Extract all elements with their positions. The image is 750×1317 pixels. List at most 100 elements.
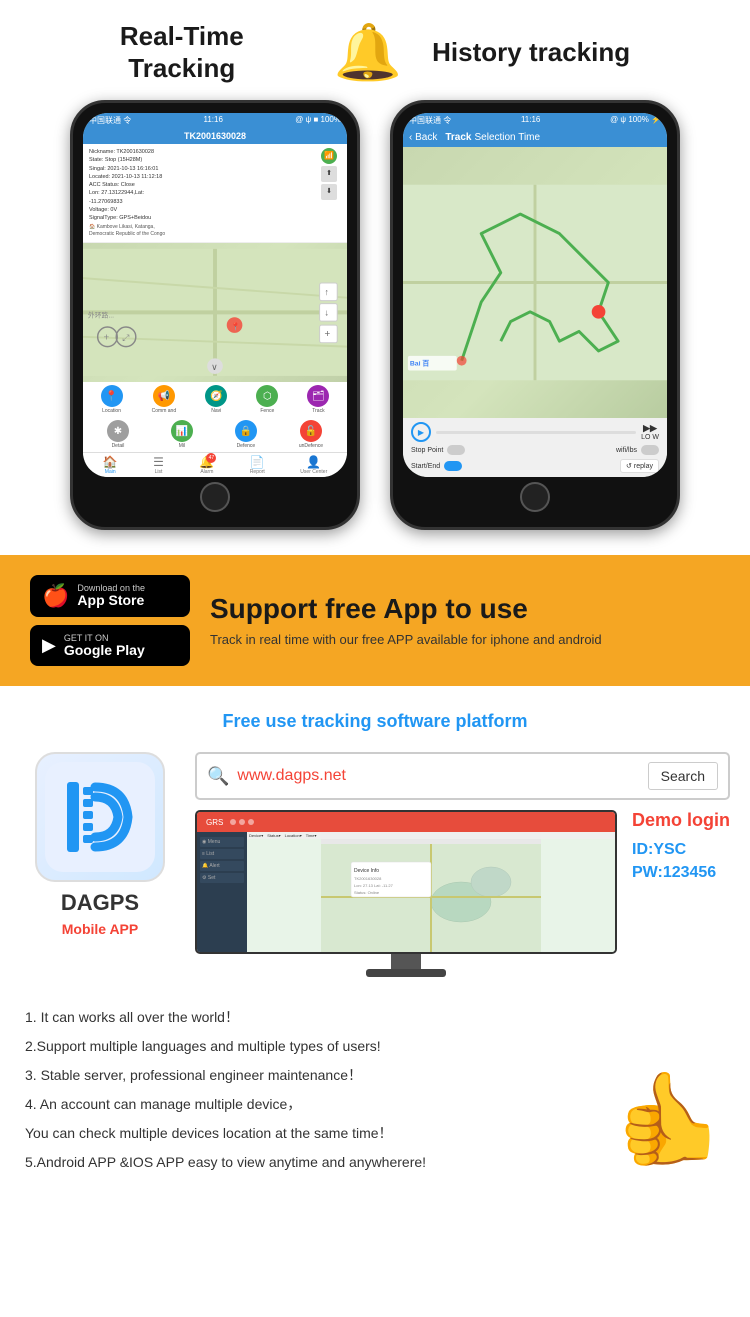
app-store-button[interactable]: 🍎 Download on the App Store [30, 575, 190, 617]
svg-text:⤢: ⤢ [121, 333, 129, 343]
mil-btn[interactable]: 📊 [171, 420, 193, 442]
features-list: 1. It can works all over the world！ 2.Su… [0, 987, 750, 1201]
phone2-screen: 中国联通 令 11:16 @ ψ 100% ⚡ ‹ Back Track Sel… [403, 113, 667, 477]
defence-btn[interactable]: 🔒 [235, 420, 257, 442]
tab-list[interactable]: ☰ List [153, 455, 164, 475]
mobile-app-label: Mobile APP [62, 921, 139, 937]
platform-content: DAGPS Mobile APP 🔍 www.dagps.net Search … [20, 752, 730, 977]
platform-section: Free use tracking software platform [0, 686, 750, 987]
tab-report[interactable]: 📄 Report [250, 455, 265, 475]
features-row: Real-Time Tracking 🔔 History tracking [30, 20, 720, 85]
svg-text:Bai 百: Bai 百 [410, 360, 430, 368]
realtime-title: Real-Time Tracking [120, 21, 244, 83]
wifi-lbs-toggle-switch[interactable] [641, 445, 659, 455]
svg-text:+: + [325, 329, 331, 340]
phone2-ui: 中国联通 令 11:16 @ ψ 100% ⚡ ‹ Back Track Sel… [403, 113, 667, 477]
phone1-container: 中国联通 令 11:16 @ ψ ■ 100% TK2001630028 Nic… [70, 100, 360, 530]
bell-icon: 🔔 [334, 20, 402, 85]
features-bottom: 1. It can works all over the world！ 2.Su… [25, 1007, 725, 1181]
demo-login-title: Demo login [632, 810, 730, 831]
phone1-screen: 中国联通 令 11:16 @ ψ ■ 100% TK2001630028 Nic… [83, 113, 347, 477]
detail-btn[interactable]: ✱ [107, 420, 129, 442]
app-logo-area: DAGPS Mobile APP [20, 752, 180, 937]
monitor-display: GRS ◉ Menu ≡ List 🔔 Alert [195, 810, 617, 954]
phone1-ui: 中国联通 令 11:16 @ ψ ■ 100% TK2001630028 Nic… [83, 113, 347, 477]
support-title: Support free App to use [210, 592, 720, 626]
svg-text:∨: ∨ [211, 362, 217, 372]
history-title: History tracking [432, 37, 630, 68]
svg-text:📍: 📍 [231, 321, 241, 331]
tab-main[interactable]: 🏠 Main [103, 455, 118, 475]
google-play-button[interactable]: ▶ GET IT ON Google Play [30, 625, 190, 666]
demo-login-area: Demo login ID:YSC PW:123456 [632, 810, 730, 882]
google-play-icon: ▶ [42, 635, 56, 656]
fence-btn[interactable]: ⬡ [256, 385, 278, 407]
toggles-row: Stop Point wifi/lbs [411, 445, 659, 455]
search-bar: 🔍 www.dagps.net Search [195, 752, 730, 800]
location-btn[interactable]: 📍 [101, 385, 123, 407]
monitor-topbar: GRS [197, 812, 615, 832]
command-btn[interactable]: 📢 [153, 385, 175, 407]
feature-item-3: 3. Stable server, professional engineer … [25, 1065, 603, 1086]
history-feature: History tracking [432, 37, 630, 68]
thumbs-up-icon: 👍 [613, 1066, 725, 1171]
replay-button[interactable]: ↺ replay [620, 459, 659, 473]
svg-text:TK2001630028: TK2001630028 [354, 876, 382, 881]
start-end-row: Start/End ↺ replay [411, 459, 659, 473]
back-button[interactable]: ‹ Back [409, 132, 437, 143]
feature-item-2: 2.Support multiple languages and multipl… [25, 1036, 603, 1057]
feature-item-1: 1. It can works all over the world！ [25, 1007, 603, 1028]
phones-row: 中国联通 令 11:16 @ ψ ■ 100% TK2001630028 Nic… [30, 100, 720, 530]
svg-text:↑: ↑ [325, 287, 329, 297]
monitor-and-login: GRS ◉ Menu ≡ List 🔔 Alert [195, 810, 730, 977]
monitor-base [366, 969, 446, 977]
phone2-home-button[interactable] [520, 482, 550, 512]
support-desc: Track in real time with our free APP ava… [210, 631, 720, 649]
svg-text:Status: Online: Status: Online [354, 890, 380, 895]
tab-user-center[interactable]: 👤 User Center [300, 455, 327, 475]
search-url[interactable]: www.dagps.net [237, 767, 639, 785]
phone1-btn-row1: 📍 Location 📢 Comm and 🧭 Navi ⬡ [83, 382, 347, 417]
monitor-wrapper: GRS ◉ Menu ≡ List 🔔 Alert [195, 810, 617, 977]
demo-pw: PW:123456 [632, 864, 730, 882]
playbar: ▶ ▶▶ LO W [411, 422, 659, 442]
stop-point-toggle[interactable]: Stop Point [411, 445, 465, 455]
progress-bar [436, 431, 636, 434]
feature-item-5: You can check multiple devices location … [25, 1123, 603, 1144]
svg-text:Lon: 27.13 Lat: -11.27: Lon: 27.13 Lat: -11.27 [354, 883, 394, 888]
start-end-toggle[interactable]: Start/End [411, 461, 462, 471]
start-end-toggle-switch[interactable] [444, 461, 462, 471]
svg-text:外环路...: 外环路... [88, 311, 114, 320]
store-buttons: 🍎 Download on the App Store ▶ GET IT ON … [30, 575, 190, 666]
phone2-status-bar: 中国联通 令 11:16 @ ψ 100% ⚡ [403, 113, 667, 128]
demo-id: ID:YSC [632, 841, 730, 859]
search-button[interactable]: Search [648, 762, 718, 790]
monitor-main: Device Info TK2001630028 Lon: 27.13 Lat:… [247, 832, 615, 952]
tab-alarm[interactable]: 🔔 47 Alarm [199, 455, 214, 475]
phone1-btn-row2: ✱ Detail 📊 Mil 🔒 Defence 🔓 [83, 417, 347, 452]
monitor-content: ◉ Menu ≡ List 🔔 Alert ⚙ Set [197, 832, 615, 952]
navi-btn[interactable]: 🧭 [205, 385, 227, 407]
stop-point-toggle-switch[interactable] [447, 445, 465, 455]
phone1-map: 外环路... 📍 ↑ ↓ + [83, 243, 347, 382]
phone2-controls: ▶ ▶▶ LO W Stop Point [403, 418, 667, 477]
phone1-header: TK2001630028 [83, 128, 347, 144]
phone1-info: Nickname: TK2001630028 State: Stop (15H2… [83, 144, 347, 243]
top-section: Real-Time Tracking 🔔 History tracking 中国… [0, 0, 750, 540]
app-store-big-text: App Store [77, 593, 145, 608]
apple-icon: 🍎 [42, 583, 69, 609]
play-button[interactable]: ▶ [411, 422, 431, 442]
app-logo [35, 752, 165, 882]
track-btn[interactable]: 🗂 [307, 385, 329, 407]
platform-title: Free use tracking software platform [20, 711, 730, 732]
realtime-feature: Real-Time Tracking [120, 21, 244, 83]
monitor-sidebar: ◉ Menu ≡ List 🔔 Alert ⚙ Set [197, 832, 247, 952]
features-text-col: 1. It can works all over the world！ 2.Su… [25, 1007, 603, 1181]
phone2-map: Bai 百 [403, 147, 667, 418]
wifi-lbs-toggle[interactable]: wifi/lbs [616, 445, 659, 455]
undefence-btn[interactable]: 🔓 [300, 420, 322, 442]
google-big-text: Google Play [64, 643, 145, 658]
phone1-home-button[interactable] [200, 482, 230, 512]
phone2-container: 中国联通 令 11:16 @ ψ 100% ⚡ ‹ Back Track Sel… [390, 100, 680, 530]
phone1-status-bar: 中国联通 令 11:16 @ ψ ■ 100% [83, 113, 347, 128]
